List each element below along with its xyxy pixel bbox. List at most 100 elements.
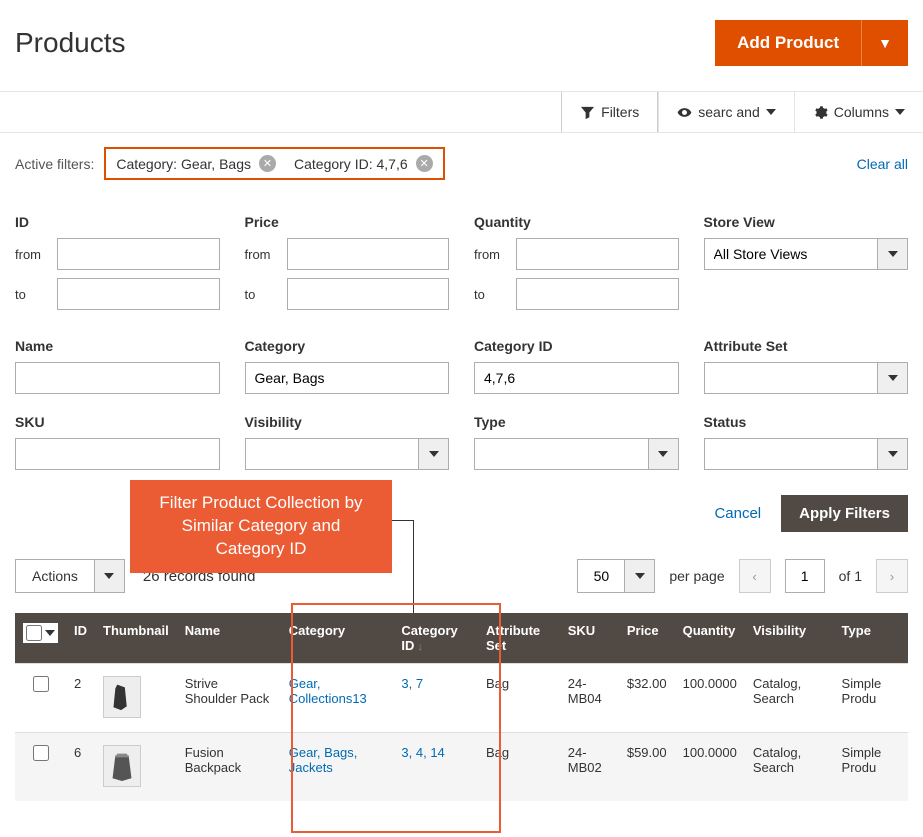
filter-label: Quantity [474,214,679,230]
name-input[interactable] [15,362,220,394]
filter-label: Visibility [245,414,450,430]
row-checkbox[interactable] [33,745,49,761]
filter-attribute-set: Attribute Set [704,338,909,394]
eye-icon [677,105,692,120]
quantity-from-input[interactable] [516,238,679,270]
annotation-callout: Filter Product Collection by Similar Cat… [130,480,392,573]
filter-category: Category [245,338,450,394]
close-icon[interactable]: ✕ [416,155,433,172]
callout-line3: Category ID [148,538,374,561]
price-to-input[interactable] [287,278,450,310]
page-size-toggle[interactable] [625,559,655,593]
filter-type: Type [474,414,679,470]
filter-visibility: Visibility [245,414,450,470]
visibility-select[interactable] [245,438,420,470]
col-price[interactable]: Price [619,613,675,664]
add-product-button[interactable]: Add Product [715,20,861,66]
callout-line2: Similar Category and [148,515,374,538]
status-select[interactable] [704,438,879,470]
filter-label: ID [15,214,220,230]
col-name[interactable]: Name [177,613,281,664]
cell-type: Simple Produ [834,732,908,800]
search-views-button[interactable]: searc and [658,92,793,132]
store-view-select[interactable] [704,238,879,270]
columns-button[interactable]: Columns [794,92,923,132]
cell-sku: 24-MB02 [560,732,619,800]
close-icon[interactable]: ✕ [259,155,276,172]
page-of-text: of 1 [839,568,862,584]
add-product-dropdown[interactable]: ▼ [861,20,908,66]
actions-toggle[interactable] [95,559,125,593]
current-page-input[interactable] [785,559,825,593]
product-thumbnail [103,676,141,718]
type-select[interactable] [474,438,649,470]
col-category-id[interactable]: Category ID↓ [393,613,478,664]
filters-button[interactable]: Filters [561,92,658,132]
id-to-input[interactable] [57,278,220,310]
cell-category-id[interactable]: 3, 4, 14 [393,732,478,800]
col-category-id-label: Category ID [401,623,457,653]
active-filters-bar: Active filters: Category: Gear, Bags ✕ C… [0,133,923,194]
cell-category[interactable]: Gear, Bags, Jackets [281,732,394,800]
callout-line1: Filter Product Collection by [148,492,374,515]
add-product-wrap: Add Product ▼ [715,20,908,66]
id-from-input[interactable] [57,238,220,270]
dropdown-toggle[interactable] [878,238,908,270]
filter-label: Attribute Set [704,338,909,354]
cell-category[interactable]: Gear, Collections13 [281,664,394,733]
filter-label: Category [245,338,450,354]
cell-thumbnail [95,664,177,733]
page-size-input[interactable] [577,559,625,593]
actions-label[interactable]: Actions [15,559,95,593]
filter-chip: Category ID: 4,7,6 ✕ [294,155,433,172]
clear-all-link[interactable]: Clear all [857,156,908,172]
table-row[interactable]: 2 Strive Shoulder Pack Gear, Collections… [15,664,908,733]
col-type[interactable]: Type [834,613,908,664]
filter-price: Price from to [245,214,450,318]
category-input[interactable] [245,362,450,394]
from-label: from [474,247,506,262]
col-id[interactable]: ID [66,613,95,664]
bulk-actions-dropdown: Actions [15,559,125,593]
filter-quantity: Quantity from to [474,214,679,318]
quantity-to-input[interactable] [516,278,679,310]
filters-panel: ID from to Price from to Quantity from t… [0,194,923,480]
dropdown-toggle[interactable] [649,438,679,470]
toolbar-row: Filters searc and Columns [0,92,923,133]
next-page-button[interactable]: › [876,559,908,593]
attribute-set-select[interactable] [704,362,879,394]
active-filters-chips: Category: Gear, Bags ✕ Category ID: 4,7,… [104,147,444,180]
col-thumbnail[interactable]: Thumbnail [95,613,177,664]
col-sku[interactable]: SKU [560,613,619,664]
active-filters-label: Active filters: [15,156,94,172]
col-category[interactable]: Category [281,613,394,664]
chevron-down-icon [888,451,898,457]
dropdown-toggle[interactable] [878,362,908,394]
col-visibility[interactable]: Visibility [745,613,834,664]
col-quantity[interactable]: Quantity [675,613,745,664]
col-attribute-set[interactable]: Attribute Set [478,613,560,664]
dropdown-toggle[interactable] [878,438,908,470]
filter-chip: Category: Gear, Bags ✕ [116,155,276,172]
cell-name: Strive Shoulder Pack [177,664,281,733]
cell-price: $59.00 [619,732,675,800]
cancel-filters-link[interactable]: Cancel [714,505,761,522]
filter-store-view: Store View [704,214,909,318]
dropdown-toggle[interactable] [419,438,449,470]
cell-category-id[interactable]: 3, 7 [393,664,478,733]
table-row[interactable]: 6 Fusion Backpack Gear, Bags, Jackets 3,… [15,732,908,800]
apply-filters-button[interactable]: Apply Filters [781,495,908,532]
to-label: to [245,287,277,302]
prev-page-button[interactable]: ‹ [739,559,771,593]
chevron-down-icon [895,109,905,115]
row-checkbox[interactable] [33,676,49,692]
select-all-checkbox[interactable] [26,625,42,641]
sku-input[interactable] [15,438,220,470]
cell-quantity: 100.0000 [675,732,745,800]
col-checkbox [15,613,66,664]
price-from-input[interactable] [287,238,450,270]
filter-label: Status [704,414,909,430]
per-page-label: per page [669,568,724,584]
columns-label: Columns [834,104,889,120]
category-id-input[interactable] [474,362,679,394]
